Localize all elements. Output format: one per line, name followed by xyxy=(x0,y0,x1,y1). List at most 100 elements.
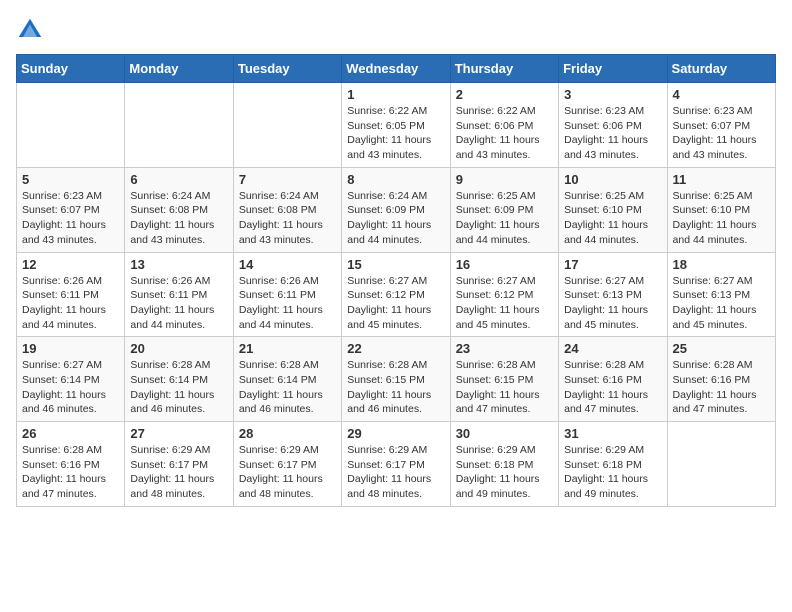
day-number: 1 xyxy=(347,87,444,102)
calendar-cell: 19 Sunrise: 6:27 AM Sunset: 6:14 PM Dayli… xyxy=(17,337,125,422)
day-info: Sunrise: 6:28 AM Sunset: 6:16 PM Dayligh… xyxy=(564,358,661,417)
day-number: 17 xyxy=(564,257,661,272)
calendar-cell: 5 Sunrise: 6:23 AM Sunset: 6:07 PM Daylig… xyxy=(17,167,125,252)
day-number: 9 xyxy=(456,172,553,187)
day-info: Sunrise: 6:28 AM Sunset: 6:16 PM Dayligh… xyxy=(673,358,770,417)
logo xyxy=(16,16,48,44)
day-info: Sunrise: 6:27 AM Sunset: 6:14 PM Dayligh… xyxy=(22,358,119,417)
day-number: 7 xyxy=(239,172,336,187)
calendar-week-row: 12 Sunrise: 6:26 AM Sunset: 6:11 PM Dayli… xyxy=(17,252,776,337)
day-info: Sunrise: 6:25 AM Sunset: 6:10 PM Dayligh… xyxy=(673,189,770,248)
day-number: 3 xyxy=(564,87,661,102)
day-info: Sunrise: 6:24 AM Sunset: 6:08 PM Dayligh… xyxy=(130,189,227,248)
calendar-cell: 2 Sunrise: 6:22 AM Sunset: 6:06 PM Daylig… xyxy=(450,83,558,168)
calendar-cell xyxy=(233,83,341,168)
day-info: Sunrise: 6:28 AM Sunset: 6:15 PM Dayligh… xyxy=(456,358,553,417)
calendar-cell: 13Sunrise: 6:26 AM Sunset: 6:11 PM Dayli… xyxy=(125,252,233,337)
day-number: 29 xyxy=(347,426,444,441)
day-number: 16 xyxy=(456,257,553,272)
day-number: 28 xyxy=(239,426,336,441)
day-info: Sunrise: 6:23 AM Sunset: 6:06 PM Dayligh… xyxy=(564,104,661,163)
day-number: 25 xyxy=(673,341,770,356)
day-number: 26 xyxy=(22,426,119,441)
calendar-cell: 11 Sunrise: 6:25 AM Sunset: 6:10 PM Dayli… xyxy=(667,167,775,252)
calendar-week-row: 19 Sunrise: 6:27 AM Sunset: 6:14 PM Dayli… xyxy=(17,337,776,422)
calendar-week-row: 5 Sunrise: 6:23 AM Sunset: 6:07 PM Daylig… xyxy=(17,167,776,252)
day-of-week-wednesday: Wednesday xyxy=(342,55,450,83)
calendar-cell: 14Sunrise: 6:26 AM Sunset: 6:11 PM Dayli… xyxy=(233,252,341,337)
day-info: Sunrise: 6:25 AM Sunset: 6:09 PM Dayligh… xyxy=(456,189,553,248)
day-info: Sunrise: 6:26 AM Sunset: 6:11 PM Dayligh… xyxy=(22,274,119,333)
day-number: 20 xyxy=(130,341,227,356)
day-info: Sunrise: 6:23 AM Sunset: 6:07 PM Dayligh… xyxy=(22,189,119,248)
day-info: Sunrise: 6:25 AM Sunset: 6:10 PM Dayligh… xyxy=(564,189,661,248)
day-info: Sunrise: 6:28 AM Sunset: 6:15 PM Dayligh… xyxy=(347,358,444,417)
day-info: Sunrise: 6:28 AM Sunset: 6:14 PM Dayligh… xyxy=(130,358,227,417)
day-number: 19 xyxy=(22,341,119,356)
day-number: 10 xyxy=(564,172,661,187)
calendar-cell: 18 Sunrise: 6:27 AM Sunset: 6:13 PM Dayli… xyxy=(667,252,775,337)
calendar-cell: 9 Sunrise: 6:25 AM Sunset: 6:09 PM Daylig… xyxy=(450,167,558,252)
day-info: Sunrise: 6:28 AM Sunset: 6:14 PM Dayligh… xyxy=(239,358,336,417)
day-info: Sunrise: 6:22 AM Sunset: 6:05 PM Dayligh… xyxy=(347,104,444,163)
day-number: 6 xyxy=(130,172,227,187)
calendar-week-row: 1 Sunrise: 6:22 AM Sunset: 6:05 PM Daylig… xyxy=(17,83,776,168)
calendar-cell: 4 Sunrise: 6:23 AM Sunset: 6:07 PM Daylig… xyxy=(667,83,775,168)
day-number: 5 xyxy=(22,172,119,187)
calendar-cell xyxy=(17,83,125,168)
day-number: 22 xyxy=(347,341,444,356)
day-info: Sunrise: 6:29 AM Sunset: 6:17 PM Dayligh… xyxy=(347,443,444,502)
calendar-cell xyxy=(125,83,233,168)
day-info: Sunrise: 6:29 AM Sunset: 6:18 PM Dayligh… xyxy=(564,443,661,502)
day-info: Sunrise: 6:26 AM Sunset: 6:11 PM Dayligh… xyxy=(130,274,227,333)
calendar-cell: 27Sunrise: 6:29 AM Sunset: 6:17 PM Dayli… xyxy=(125,422,233,507)
calendar-cell: 28 Sunrise: 6:29 AM Sunset: 6:17 PM Dayli… xyxy=(233,422,341,507)
day-number: 8 xyxy=(347,172,444,187)
day-info: Sunrise: 6:24 AM Sunset: 6:08 PM Dayligh… xyxy=(239,189,336,248)
day-of-week-friday: Friday xyxy=(559,55,667,83)
calendar-week-row: 26 Sunrise: 6:28 AM Sunset: 6:16 PM Dayli… xyxy=(17,422,776,507)
calendar-cell: 23Sunrise: 6:28 AM Sunset: 6:15 PM Dayli… xyxy=(450,337,558,422)
calendar-cell xyxy=(667,422,775,507)
day-info: Sunrise: 6:27 AM Sunset: 6:12 PM Dayligh… xyxy=(456,274,553,333)
calendar-cell: 17 Sunrise: 6:27 AM Sunset: 6:13 PM Dayli… xyxy=(559,252,667,337)
day-of-week-saturday: Saturday xyxy=(667,55,775,83)
calendar-cell: 20 Sunrise: 6:28 AM Sunset: 6:14 PM Dayli… xyxy=(125,337,233,422)
day-of-week-monday: Monday xyxy=(125,55,233,83)
day-info: Sunrise: 6:27 AM Sunset: 6:13 PM Dayligh… xyxy=(673,274,770,333)
day-number: 4 xyxy=(673,87,770,102)
day-info: Sunrise: 6:29 AM Sunset: 6:18 PM Dayligh… xyxy=(456,443,553,502)
calendar-cell: 10 Sunrise: 6:25 AM Sunset: 6:10 PM Dayli… xyxy=(559,167,667,252)
day-info: Sunrise: 6:27 AM Sunset: 6:12 PM Dayligh… xyxy=(347,274,444,333)
calendar-cell: 31 Sunrise: 6:29 AM Sunset: 6:18 PM Dayli… xyxy=(559,422,667,507)
calendar-cell: 25 Sunrise: 6:28 AM Sunset: 6:16 PM Dayli… xyxy=(667,337,775,422)
day-info: Sunrise: 6:23 AM Sunset: 6:07 PM Dayligh… xyxy=(673,104,770,163)
calendar-cell: 24 Sunrise: 6:28 AM Sunset: 6:16 PM Dayli… xyxy=(559,337,667,422)
day-number: 12 xyxy=(22,257,119,272)
day-number: 18 xyxy=(673,257,770,272)
day-number: 21 xyxy=(239,341,336,356)
day-number: 24 xyxy=(564,341,661,356)
calendar-cell: 12 Sunrise: 6:26 AM Sunset: 6:11 PM Dayli… xyxy=(17,252,125,337)
calendar-cell: 6 Sunrise: 6:24 AM Sunset: 6:08 PM Daylig… xyxy=(125,167,233,252)
page-header xyxy=(16,16,776,44)
day-info: Sunrise: 6:28 AM Sunset: 6:16 PM Dayligh… xyxy=(22,443,119,502)
calendar-cell: 7 Sunrise: 6:24 AM Sunset: 6:08 PM Daylig… xyxy=(233,167,341,252)
day-number: 11 xyxy=(673,172,770,187)
logo-icon xyxy=(16,16,44,44)
calendar-cell: 26 Sunrise: 6:28 AM Sunset: 6:16 PM Dayli… xyxy=(17,422,125,507)
day-number: 2 xyxy=(456,87,553,102)
calendar-header-row: SundayMondayTuesdayWednesdayThursdayFrid… xyxy=(17,55,776,83)
day-info: Sunrise: 6:22 AM Sunset: 6:06 PM Dayligh… xyxy=(456,104,553,163)
day-of-week-thursday: Thursday xyxy=(450,55,558,83)
calendar-cell: 30Sunrise: 6:29 AM Sunset: 6:18 PM Dayli… xyxy=(450,422,558,507)
calendar-table: SundayMondayTuesdayWednesdayThursdayFrid… xyxy=(16,54,776,507)
day-info: Sunrise: 6:29 AM Sunset: 6:17 PM Dayligh… xyxy=(130,443,227,502)
day-of-week-sunday: Sunday xyxy=(17,55,125,83)
day-info: Sunrise: 6:27 AM Sunset: 6:13 PM Dayligh… xyxy=(564,274,661,333)
calendar-cell: 8Sunrise: 6:24 AM Sunset: 6:09 PM Daylig… xyxy=(342,167,450,252)
day-info: Sunrise: 6:29 AM Sunset: 6:17 PM Dayligh… xyxy=(239,443,336,502)
day-number: 31 xyxy=(564,426,661,441)
calendar-cell: 29 Sunrise: 6:29 AM Sunset: 6:17 PM Dayli… xyxy=(342,422,450,507)
day-number: 15 xyxy=(347,257,444,272)
